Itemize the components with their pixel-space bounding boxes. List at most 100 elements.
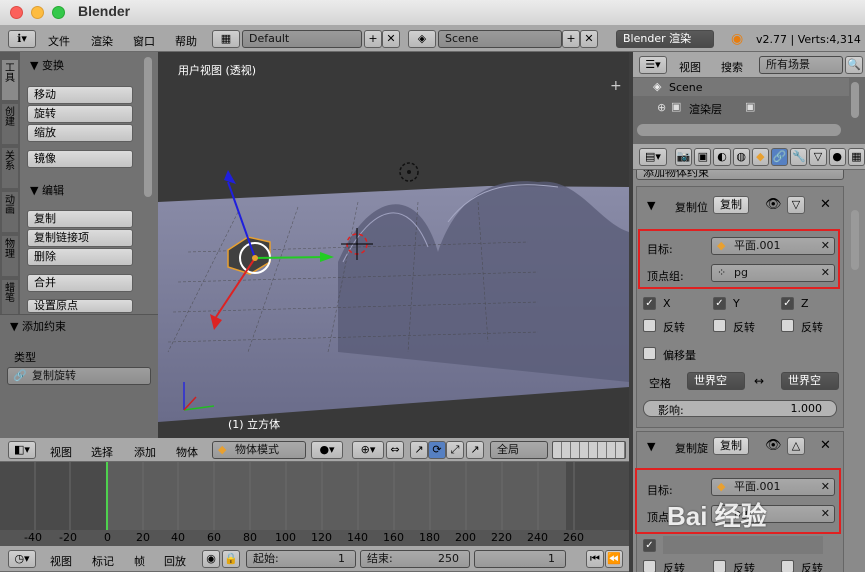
view3d-menu-object[interactable]: 物体 (176, 444, 198, 460)
timeline-area[interactable]: -40 -20 0 20 40 60 80 100 120 140 160 18… (0, 462, 629, 546)
modifiers-tab-icon[interactable]: 🔧 (790, 148, 808, 166)
delete-button[interactable]: 删除 (27, 248, 133, 266)
move-button[interactable]: 移动 (27, 86, 133, 104)
timeline-menu-frame[interactable]: 帧 (134, 553, 145, 569)
layer-buttons[interactable] (552, 441, 626, 459)
start-frame-field[interactable]: 起始: 1 (246, 550, 356, 568)
add-scene-icon[interactable]: + (562, 30, 580, 48)
jump-keyframe-back-icon[interactable]: ⏪ (605, 550, 623, 568)
tab-create[interactable]: 创建 (2, 104, 18, 144)
outliner-menu-search[interactable]: 搜索 (721, 59, 743, 75)
collapse-icon[interactable]: ▼ (647, 440, 655, 453)
c2-invert-y-checkbox[interactable] (713, 560, 726, 572)
view3d-editor-type-icon[interactable]: ◧▾ (8, 441, 36, 459)
target-space-select[interactable]: 世界空 (781, 372, 839, 390)
z-axis-arrow[interactable] (224, 170, 236, 184)
visibility-eye-icon[interactable]: 👁 (765, 197, 782, 212)
visibility-eye-icon[interactable]: 👁 (765, 438, 782, 453)
view3d-menu-select[interactable]: 选择 (91, 444, 113, 460)
maximize-window-icon[interactable] (52, 6, 65, 19)
invert-y-checkbox[interactable] (713, 319, 726, 332)
data-tab-icon[interactable]: ▽ (809, 148, 827, 166)
render-tab-icon[interactable]: 📷 (675, 148, 693, 166)
render-layers-tab-icon[interactable]: ▣ (694, 148, 712, 166)
timeline-menu-playback[interactable]: 回放 (164, 553, 186, 569)
c2-invert-z-checkbox[interactable] (781, 560, 794, 572)
move-down-icon[interactable]: ▽ (787, 196, 805, 214)
join-button[interactable]: 合并 (27, 274, 133, 292)
screen-layout-field[interactable]: Default (242, 30, 362, 48)
constraint2-apply-button[interactable]: 复制 (713, 437, 749, 455)
timeline-menu-marker[interactable]: 标记 (92, 553, 114, 569)
rotate-manipulator-icon[interactable]: ⟳ (428, 441, 446, 459)
z-checkbox[interactable]: ✓ (781, 297, 794, 310)
y-checkbox[interactable]: ✓ (713, 297, 726, 310)
transform-orientation-icon[interactable]: ↗ (466, 441, 484, 459)
constraint1-apply-button[interactable]: 复制 (713, 196, 749, 214)
clear-target-icon[interactable]: ✕ (821, 238, 830, 254)
outliner-row-render-layer[interactable]: ⊕ ▣ 渲染层 ▣ (633, 98, 849, 116)
c1-vgroup-field[interactable]: ⁘ pg ✕ (711, 264, 835, 282)
clear-target-icon[interactable]: ✕ (821, 479, 830, 495)
current-frame-field[interactable]: 1 (474, 550, 566, 568)
outliner-filter-select[interactable]: 所有场景 (759, 56, 843, 74)
constraints-tab-icon[interactable]: 🔗 (771, 148, 789, 166)
expand-icon[interactable]: ⊕ (657, 101, 666, 114)
lock-icon[interactable]: 🔒 (222, 550, 240, 568)
outliner-v-scrollbar[interactable] (851, 82, 859, 118)
menu-render[interactable]: 渲染 (91, 33, 113, 49)
manipulator-toggle-icon[interactable]: ⇔ (386, 441, 404, 459)
invert-z-checkbox[interactable] (781, 319, 794, 332)
view3d-menu-add[interactable]: 添加 (134, 444, 156, 460)
clear-vgroup-icon[interactable]: ✕ (821, 265, 830, 281)
pivot-point-icon[interactable]: ⊕▾ (352, 441, 384, 459)
outliner-menu-view[interactable]: 视图 (679, 59, 701, 75)
menu-file[interactable]: 文件 (48, 33, 70, 49)
add-screen-icon[interactable]: + (364, 30, 382, 48)
tool-shelf-scrollbar[interactable] (144, 57, 152, 197)
timeline-menu-view[interactable]: 视图 (50, 553, 72, 569)
viewport-shading-icon[interactable]: ●▾ (311, 441, 343, 459)
outliner-scrollbar[interactable] (637, 124, 841, 136)
offset-checkbox[interactable] (643, 347, 656, 360)
c2-invert-x-checkbox[interactable] (643, 560, 656, 572)
viewport-3d[interactable]: 用户视图 (透视) (1) 立方体 + (158, 52, 629, 438)
operator-title[interactable]: ▼ 添加约束 (10, 318, 66, 334)
scene-field[interactable]: Scene (438, 30, 562, 48)
world-tab-icon[interactable]: ◍ (732, 148, 750, 166)
clear-vgroup-icon[interactable]: ✕ (821, 506, 830, 522)
delete-screen-icon[interactable]: ✕ (382, 30, 400, 48)
rotate-button[interactable]: 旋转 (27, 105, 133, 123)
transform-section-title[interactable]: ▼ 变换 (30, 57, 64, 73)
jump-start-icon[interactable]: ⏮ (586, 550, 604, 568)
object-tab-icon[interactable]: ◆ (751, 148, 770, 166)
scale-button[interactable]: 缩放 (27, 124, 133, 142)
outliner-editor-type-icon[interactable]: ☰▾ (639, 56, 667, 74)
properties-editor-type-icon[interactable]: ▤▾ (639, 148, 667, 166)
add-constraint-select[interactable]: 添加物体约束 (636, 170, 844, 180)
menu-window[interactable]: 窗口 (133, 33, 155, 49)
tab-tools[interactable]: 工具 (2, 60, 18, 100)
delete-scene-icon[interactable]: ✕ (580, 30, 598, 48)
duplicate-button[interactable]: 复制 (27, 210, 133, 228)
x-checkbox[interactable]: ✓ (643, 297, 656, 310)
close-window-icon[interactable] (10, 6, 23, 19)
scene-tab-icon[interactable]: ◐ (713, 148, 731, 166)
invert-x-checkbox[interactable] (643, 319, 656, 332)
collapse-icon[interactable]: ▼ (647, 199, 655, 212)
screen-layout-icon[interactable]: ▦ (212, 30, 240, 48)
move-up-icon[interactable]: △ (787, 437, 805, 455)
texture-tab-icon[interactable]: ▦ (847, 148, 865, 166)
c1-target-field[interactable]: ◆ 平面.001 ✕ (711, 237, 835, 255)
operator-type-select[interactable]: 🔗 复制旋转 (7, 367, 151, 385)
mode-select[interactable]: ◆ 物体模式 (212, 441, 306, 459)
set-origin-button[interactable]: 设置原点 (27, 299, 133, 313)
render-engine-select[interactable]: Blender 渲染 (616, 30, 714, 48)
record-icon[interactable]: ◉ (202, 550, 220, 568)
c2-x-checkbox[interactable]: ✓ (643, 539, 656, 552)
scale-manipulator-icon[interactable]: ⤢ (446, 441, 464, 459)
view3d-menu-view[interactable]: 视图 (50, 444, 72, 460)
tab-animation[interactable]: 动画 (2, 192, 18, 232)
material-tab-icon[interactable]: ● (828, 148, 846, 166)
editor-type-icon[interactable]: ℹ▾ (8, 30, 36, 48)
